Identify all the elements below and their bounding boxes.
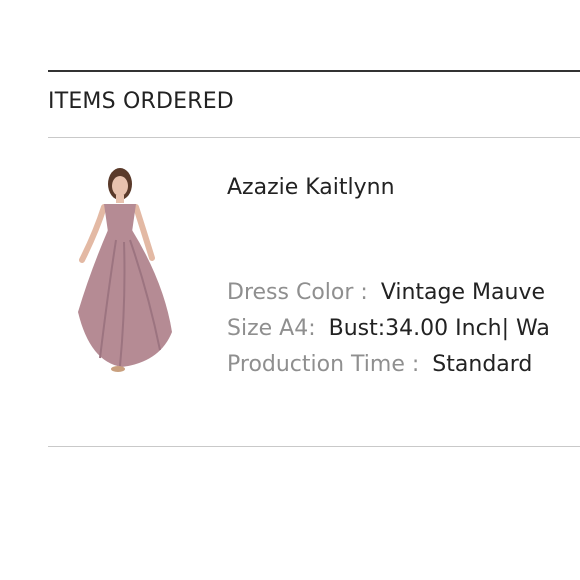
product-attributes: Dress Color : Vintage Mauve Size A4: Bus… <box>227 277 580 385</box>
top-divider <box>48 70 580 72</box>
attr-value: Vintage Mauve <box>380 280 545 305</box>
header-divider <box>48 137 580 138</box>
product-image[interactable] <box>60 162 190 377</box>
attr-value: Bust:34.00 Inch| Wa <box>328 316 550 341</box>
attr-production-time: Production Time : Standard <box>227 349 580 385</box>
attr-size: Size A4: Bust:34.00 Inch| Wa <box>227 313 580 349</box>
attr-dress-color: Dress Color : Vintage Mauve <box>227 277 580 313</box>
section-title: ITEMS ORDERED <box>48 89 234 114</box>
row-divider <box>48 446 580 447</box>
attr-value: Standard <box>432 352 533 377</box>
attr-label: Size A4: <box>227 316 316 341</box>
attr-label: Dress Color : <box>227 280 368 305</box>
attr-label: Production Time : <box>227 352 420 377</box>
product-name[interactable]: Azazie Kaitlynn <box>227 175 395 200</box>
items-ordered-panel: ITEMS ORDERED Azazie Kaitlynn Dress Colo… <box>0 0 580 580</box>
